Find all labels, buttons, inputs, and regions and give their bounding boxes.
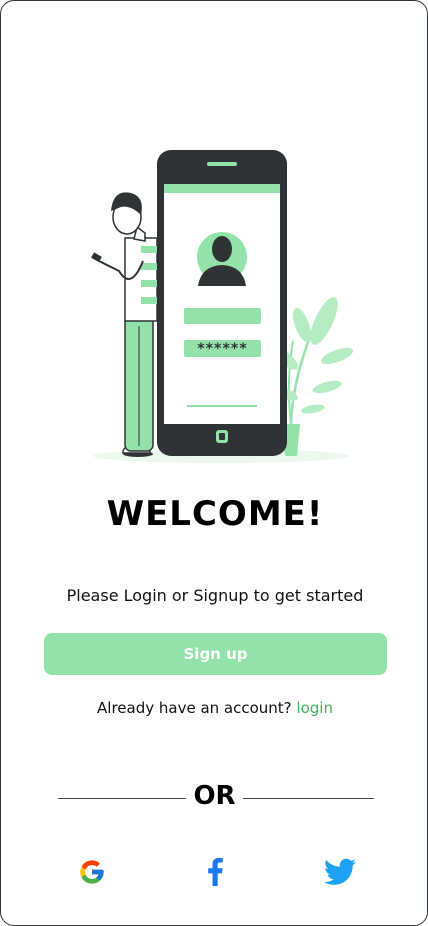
google-login-button[interactable] — [75, 855, 109, 889]
divider-left — [58, 798, 186, 799]
login-link[interactable]: login — [296, 699, 333, 717]
login-prompt: Already have an account? login — [1, 699, 428, 717]
login-prompt-text: Already have an account? — [97, 699, 292, 717]
page-title: WELCOME! — [106, 494, 324, 534]
page-subtitle: Please Login or Signup to get started — [66, 586, 364, 605]
facebook-icon — [208, 858, 223, 886]
or-label: OR — [193, 781, 236, 811]
twitter-icon — [324, 858, 356, 885]
google-icon — [80, 860, 104, 884]
signup-button[interactable]: Sign up — [44, 633, 387, 675]
app-frame: ****** WELCOME! Please Login or Signup t… — [0, 0, 428, 926]
welcome-illustration: ****** — [91, 150, 354, 463]
facebook-login-button[interactable] — [198, 855, 232, 889]
divider-right — [243, 798, 374, 799]
password-mask-text: ****** — [197, 341, 248, 357]
twitter-login-button[interactable] — [323, 855, 357, 889]
